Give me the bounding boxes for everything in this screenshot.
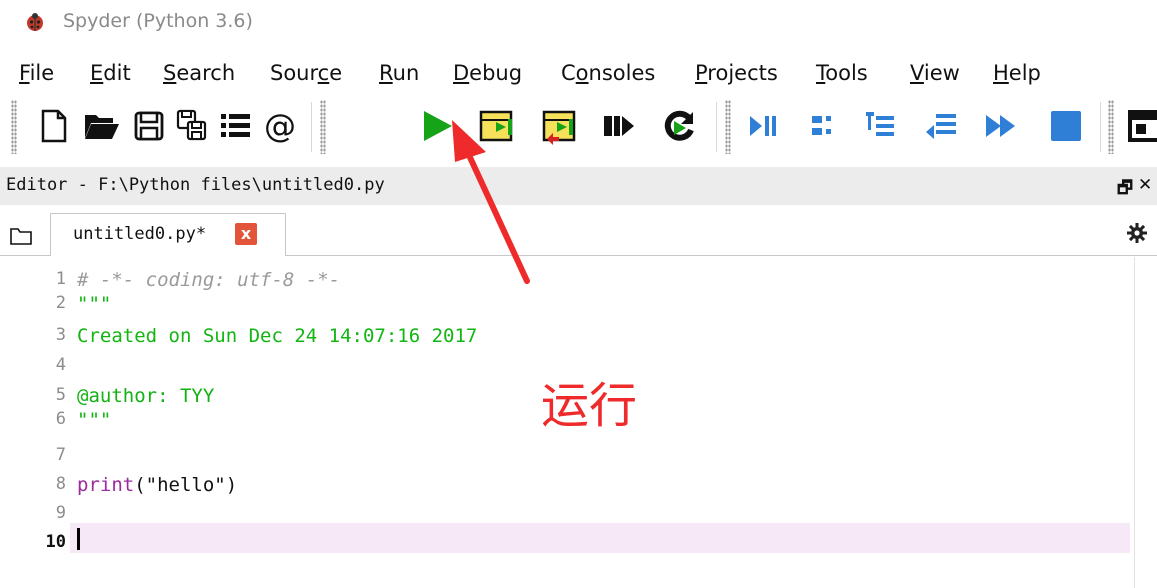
code-text: """: [77, 409, 112, 431]
step-return-icon[interactable]: [922, 106, 962, 146]
code-line: 10: [0, 527, 1130, 557]
menu-consoles[interactable]: Consoles: [561, 61, 655, 85]
line-number: 6: [55, 409, 66, 429]
main-toolbar: @: [0, 96, 1157, 160]
line-number: 9: [55, 503, 66, 523]
step-into-icon[interactable]: [860, 106, 900, 146]
toolbar-separator: [1100, 102, 1101, 152]
code-text: """: [77, 293, 112, 315]
line-number: 5: [55, 385, 66, 405]
code-text: print("hello"): [77, 474, 237, 496]
menu-view[interactable]: View: [910, 61, 960, 85]
vertical-scrollbar[interactable]: [1134, 257, 1135, 588]
line-number: 8: [55, 474, 66, 494]
window-titlebar: Spyder (Python 3.6): [0, 0, 1157, 44]
editor-tabbar: untitled0.py* x: [0, 205, 1157, 257]
debug-icon[interactable]: [742, 106, 782, 146]
annotation-label: 运行: [541, 378, 638, 434]
code-line: 9: [0, 498, 1130, 528]
line-number: 4: [55, 355, 66, 375]
save-icon[interactable]: [129, 106, 169, 146]
code-text: Created on Sun Dec 24 14:07:16 2017: [77, 325, 478, 347]
spyder-ladybug-icon: [27, 13, 43, 31]
toolbar-separator: [311, 102, 312, 152]
run-cell-icon[interactable]: [478, 106, 518, 146]
toolbar-grip[interactable]: [320, 100, 326, 154]
window-title: Spyder (Python 3.6): [63, 10, 253, 32]
stop-icon[interactable]: [1046, 106, 1086, 146]
menu-debug[interactable]: Debug: [453, 61, 522, 85]
line-number: 7: [55, 445, 66, 465]
run-icon[interactable]: [418, 106, 458, 146]
menu-source[interactable]: Source: [270, 61, 342, 85]
line-number: 3: [55, 325, 66, 345]
menu-run[interactable]: Run: [379, 61, 419, 85]
run-cell-advance-icon[interactable]: [541, 106, 581, 146]
toolbar-separator: [716, 102, 717, 152]
line-number: 1: [55, 269, 66, 289]
editor-pane-header: Editor - F:\Python files\untitled0.py 🗗 …: [0, 167, 1157, 205]
toolbar-grip[interactable]: [725, 100, 731, 154]
code-line: 7: [0, 440, 1130, 470]
line-number: 10: [45, 532, 66, 552]
menu-edit[interactable]: Edit: [90, 61, 131, 85]
save-all-icon[interactable]: [172, 106, 212, 146]
text-cursor: [77, 528, 80, 550]
code-line: 3 Created on Sun Dec 24 14:07:16 2017: [0, 320, 1130, 350]
gear-icon[interactable]: [1126, 222, 1148, 244]
run-selection-icon[interactable]: [598, 106, 638, 146]
rerun-icon[interactable]: [659, 106, 699, 146]
menu-help[interactable]: Help: [993, 61, 1041, 85]
menu-search[interactable]: Search: [163, 61, 235, 85]
code-line: 2 """: [0, 288, 1130, 318]
toolbar-grip[interactable]: [1108, 100, 1114, 154]
close-pane-icon[interactable]: ✕: [1138, 175, 1152, 195]
new-file-icon[interactable]: [34, 106, 74, 146]
undock-icon[interactable]: 🗗: [1117, 175, 1133, 204]
print-args: ("hello"): [134, 474, 238, 496]
close-tab-icon[interactable]: x: [235, 223, 257, 245]
at-sign-icon[interactable]: @: [260, 106, 300, 146]
menu-file[interactable]: File: [19, 61, 54, 85]
tab-untitled0[interactable]: untitled0.py* x: [50, 213, 286, 256]
step-icon[interactable]: [806, 106, 846, 146]
toolbar-grip[interactable]: [11, 100, 17, 154]
maximize-pane-icon[interactable]: [1126, 106, 1157, 146]
menu-tools[interactable]: Tools: [816, 61, 868, 85]
tab-label: untitled0.py*: [73, 224, 207, 244]
menu-bar: File Edit Search Source Run Debug Consol…: [0, 56, 1157, 92]
continue-icon[interactable]: [981, 106, 1021, 146]
menu-projects[interactable]: Projects: [695, 61, 778, 85]
line-number: 2: [55, 293, 66, 313]
outline-list-icon[interactable]: [215, 106, 255, 146]
open-folder-icon[interactable]: [81, 106, 121, 146]
browse-tabs-icon[interactable]: [9, 225, 35, 247]
builtin-print: print: [77, 474, 135, 496]
svg-text:@: @: [264, 107, 296, 145]
editor-pane-title: Editor - F:\Python files\untitled0.py: [6, 175, 385, 195]
code-line: 8 print("hello"): [0, 469, 1130, 499]
